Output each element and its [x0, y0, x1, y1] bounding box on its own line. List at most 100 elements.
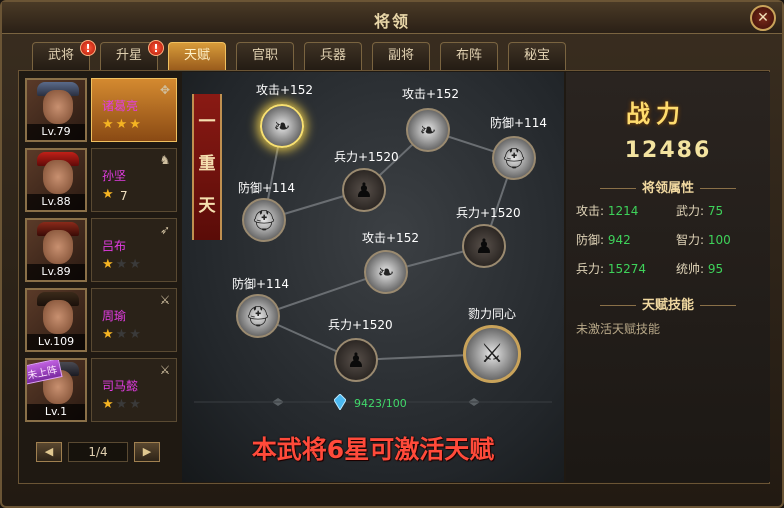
tab-treasure[interactable]: 秘宝 [508, 42, 566, 70]
hero-level: Lv.79 [27, 124, 85, 140]
tab-bar: 武将! 升星! 天赋 官职 兵器 副将 布阵 秘宝 [32, 40, 576, 70]
hero-name: 孙坚 [102, 169, 127, 183]
skill-status: 未激活天赋技能 [576, 322, 661, 336]
hero-name: 司马懿 [102, 379, 139, 393]
spear-icon: ➶ [159, 223, 171, 237]
layer-char: 重 [198, 154, 216, 174]
hero-card[interactable]: Lv.89 ➶ 吕布 ★★★ [25, 218, 177, 282]
stats-panel: 战力 12486 将领属性 攻击: 1214 武力: 75 防御: 942 智力… [566, 72, 770, 482]
hero-level: Lv.88 [27, 194, 85, 210]
warriors-icon: ⚔ [480, 339, 504, 369]
tab-general[interactable]: 武将! [32, 40, 96, 70]
crystal-icon [334, 394, 346, 410]
tab-deputy[interactable]: 副将 [372, 42, 430, 70]
hero-portrait: Lv.89 [25, 218, 87, 282]
node-label: 防御+114 [238, 181, 295, 195]
attack-node-icon[interactable]: ❧ [406, 108, 450, 152]
stat-value: 15274 [607, 262, 647, 276]
defense-node-icon[interactable]: ⛑ [236, 294, 280, 338]
node-label: 攻击+152 [402, 87, 459, 101]
troops-node-icon[interactable]: ♟ [334, 338, 378, 382]
layer-ribbon: 一 重 天 [192, 94, 222, 240]
defense-node-icon[interactable]: ⛑ [242, 198, 286, 242]
troops-node-icon[interactable]: ♟ [342, 168, 386, 212]
attributes-title: 将领属性 [566, 177, 770, 196]
stat-intelligence: 智力: 100 [676, 231, 731, 248]
hero-info: ➶ 吕布 ★★★ [91, 218, 177, 282]
stat-key: 武力: [676, 204, 705, 218]
helmet-icon: ⛑ [245, 304, 271, 328]
stat-key: 防御: [576, 233, 605, 247]
tab-label: 布阵 [455, 48, 482, 63]
general-window: 将领 ✕ 武将! 升星! 天赋 官职 兵器 副将 布阵 秘宝 Lv.79 ✥ 诸… [0, 0, 784, 508]
tab-formation[interactable]: 布阵 [440, 42, 498, 70]
power-value: 12486 [624, 138, 712, 163]
unity-skill-icon[interactable]: ⚔ [463, 325, 521, 383]
node-label: 攻击+152 [256, 83, 313, 97]
hero-card[interactable]: Lv.79 ✥ 诸葛亮 ★★★ [25, 78, 177, 142]
node-label: 攻击+152 [362, 231, 419, 245]
horse-icon: ♞ [159, 153, 171, 167]
star-icon: ★ [102, 187, 116, 202]
face-icon [43, 90, 73, 124]
soldier-icon: ♟ [475, 234, 493, 258]
node-label: 防御+114 [232, 277, 289, 291]
node-label: 防御+114 [490, 116, 547, 130]
stat-value: 95 [707, 262, 724, 276]
hero-list: Lv.79 ✥ 诸葛亮 ★★★ Lv.88 ♞ 孙坚 ★ 7 Lv.89 ➶ 吕… [22, 76, 180, 480]
layer-char: 一 [198, 112, 216, 132]
talent-points: 9423/100 [354, 397, 407, 410]
tab-label: 官职 [251, 48, 278, 63]
face-icon [43, 160, 73, 194]
hero-info: ♞ 孙坚 ★ 7 [91, 148, 177, 212]
claw-icon: ❧ [377, 260, 395, 284]
pager: ◀ 1/4 ▶ [36, 442, 162, 466]
hero-card[interactable]: Lv.109 ⚔ 周瑜 ★★★ [25, 288, 177, 352]
star-rating: ★★★ [102, 397, 143, 412]
hero-portrait: Lv.88 [25, 148, 87, 212]
troops-node-icon[interactable]: ♟ [462, 224, 506, 268]
face-icon [43, 230, 73, 264]
stat-defense: 防御: 942 [576, 231, 631, 248]
hero-name: 吕布 [102, 239, 127, 253]
attack-node-icon[interactable]: ❧ [364, 250, 408, 294]
hero-info: ⚔ 司马懿 ★★★ [91, 358, 177, 422]
tab-label: 兵器 [319, 48, 346, 63]
star-rating: ★★★ [102, 117, 143, 132]
stat-attack: 攻击: 1214 [576, 202, 638, 219]
helmet-icon: ⛑ [251, 208, 277, 232]
defense-node-icon[interactable]: ⛑ [492, 136, 536, 180]
tab-talent[interactable]: 天赋 [168, 42, 226, 70]
alert-icon: ! [148, 40, 164, 56]
star-rating: ★★★ [102, 257, 143, 272]
tab-label: 天赋 [183, 48, 210, 63]
alert-icon: ! [80, 40, 96, 56]
face-icon [43, 300, 73, 334]
stat-key: 统帅: [676, 262, 705, 276]
tab-rank[interactable]: 官职 [236, 42, 294, 70]
hero-card[interactable]: 未上阵 Lv.1 ⚔ 司马懿 ★★★ [25, 358, 177, 422]
prev-page-button[interactable]: ◀ [36, 442, 62, 462]
stat-key: 兵力: [576, 262, 605, 276]
hero-name: 诸葛亮 [102, 99, 139, 113]
tab-weapon[interactable]: 兵器 [304, 42, 362, 70]
tab-star-up[interactable]: 升星! [100, 40, 164, 70]
power-label: 战力 [626, 100, 686, 128]
close-button[interactable]: ✕ [750, 5, 776, 31]
star-count: 7 [120, 189, 128, 203]
next-page-button[interactable]: ▶ [134, 442, 160, 462]
attack-node-icon[interactable]: ❧ [260, 104, 304, 148]
hero-card[interactable]: Lv.88 ♞ 孙坚 ★ 7 [25, 148, 177, 212]
tab-label: 秘宝 [523, 48, 550, 63]
stat-key: 智力: [676, 233, 705, 247]
node-label: 勠力同心 [468, 307, 517, 321]
stat-force: 武力: 75 [676, 202, 723, 219]
soldier-icon: ♟ [347, 348, 365, 372]
title-bar: 将领 ✕ [2, 2, 782, 34]
talent-tree: 一 重 天 攻击+152 ❧ 攻击+152 ❧ 防御+114 ⛑ 兵力+1520… [182, 72, 564, 482]
page-indicator: 1/4 [68, 442, 128, 462]
stat-command: 统帅: 95 [676, 260, 723, 277]
tab-label: 升星 [115, 48, 142, 63]
layer-char: 天 [198, 196, 216, 216]
hero-info: ⚔ 周瑜 ★★★ [91, 288, 177, 352]
